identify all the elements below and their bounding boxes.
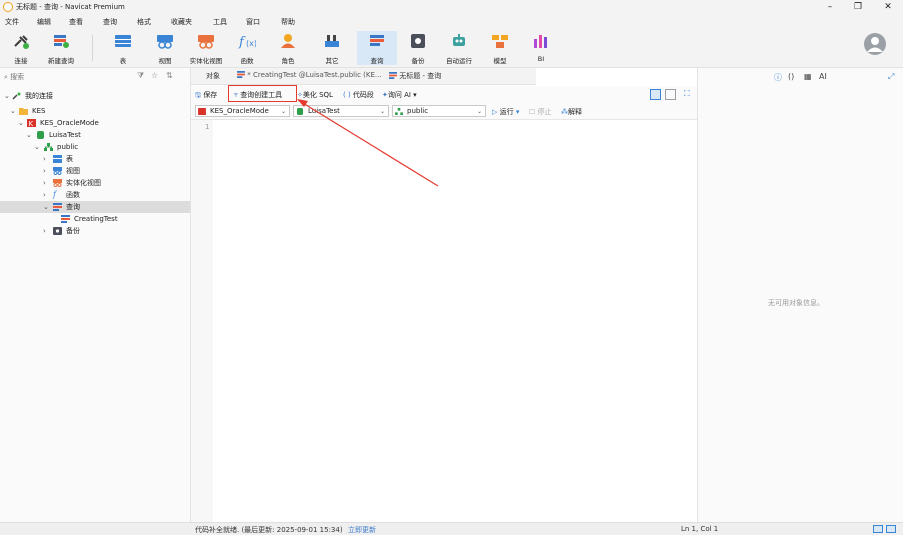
annotation-arrow bbox=[297, 99, 439, 187]
